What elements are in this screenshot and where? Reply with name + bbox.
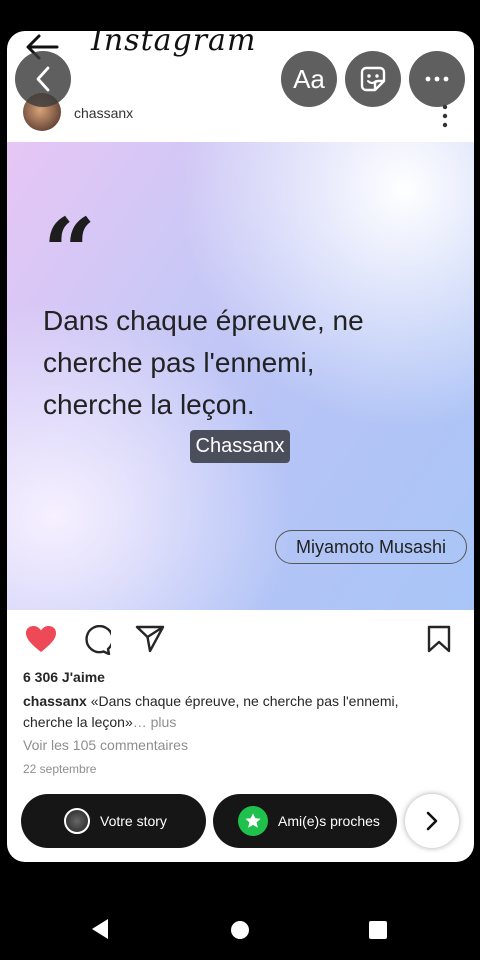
nav-home-icon[interactable] xyxy=(230,920,250,940)
chevron-right-icon xyxy=(426,811,438,831)
instagram-logo: Instagram xyxy=(91,31,257,58)
post-caption: chassanx «Dans chaque épreuve, ne cherch… xyxy=(23,691,443,733)
kebab-icon[interactable] xyxy=(439,103,451,129)
bookmark-icon[interactable] xyxy=(427,625,451,653)
shared-post-card: Instagram chassanx “ Dans chaque épreuve… xyxy=(7,31,474,862)
more-icon xyxy=(425,76,449,82)
caption-more-link[interactable]: … plus xyxy=(133,714,177,730)
quote-line: cherche pas l'ennemi, xyxy=(43,347,315,378)
quote-line: Dans chaque épreuve, ne xyxy=(43,305,364,336)
author-label: Miyamoto Musashi xyxy=(275,530,467,564)
more-options-button[interactable] xyxy=(409,51,465,107)
android-nav-bar xyxy=(0,900,480,960)
close-friends-label: Ami(e)s proches xyxy=(278,813,380,829)
your-story-button[interactable]: Votre story xyxy=(21,794,206,848)
quote-text: Dans chaque épreuve, ne cherche pas l'en… xyxy=(43,300,443,426)
caption-username[interactable]: chassanx xyxy=(23,693,87,709)
post-header: Instagram chassanx xyxy=(7,31,474,141)
post-date: 22 septembre xyxy=(23,762,97,776)
send-icon[interactable] xyxy=(135,625,165,653)
text-tool-button[interactable]: Aa xyxy=(281,51,337,107)
post-actions xyxy=(7,619,474,659)
post-username[interactable]: chassanx xyxy=(74,105,133,121)
share-destinations: Votre story Ami(e)s proches xyxy=(7,791,474,851)
close-friends-button[interactable]: Ami(e)s proches xyxy=(213,794,397,848)
quote-mark: “ xyxy=(43,198,96,306)
view-comments-link[interactable]: Voir les 105 commentaires xyxy=(23,737,188,753)
chevron-left-icon xyxy=(36,66,50,92)
sticker-button[interactable] xyxy=(345,51,401,107)
your-story-avatar xyxy=(64,808,90,834)
nav-back-icon[interactable] xyxy=(90,918,110,940)
like-count[interactable]: 6 306 J'aime xyxy=(23,669,105,685)
nav-recents-icon[interactable] xyxy=(368,920,388,940)
star-icon xyxy=(238,806,268,836)
sticker-icon xyxy=(360,66,386,92)
watermark-tag[interactable]: Chassanx xyxy=(190,430,290,463)
heart-icon[interactable] xyxy=(25,625,57,653)
your-story-label: Votre story xyxy=(100,813,167,829)
next-button[interactable] xyxy=(405,794,459,848)
quote-line: cherche la leçon. xyxy=(43,389,255,420)
post-image[interactable]: “ Dans chaque épreuve, ne cherche pas l'… xyxy=(7,142,474,610)
comment-icon[interactable] xyxy=(81,625,111,655)
close-editor-button[interactable] xyxy=(15,51,71,107)
